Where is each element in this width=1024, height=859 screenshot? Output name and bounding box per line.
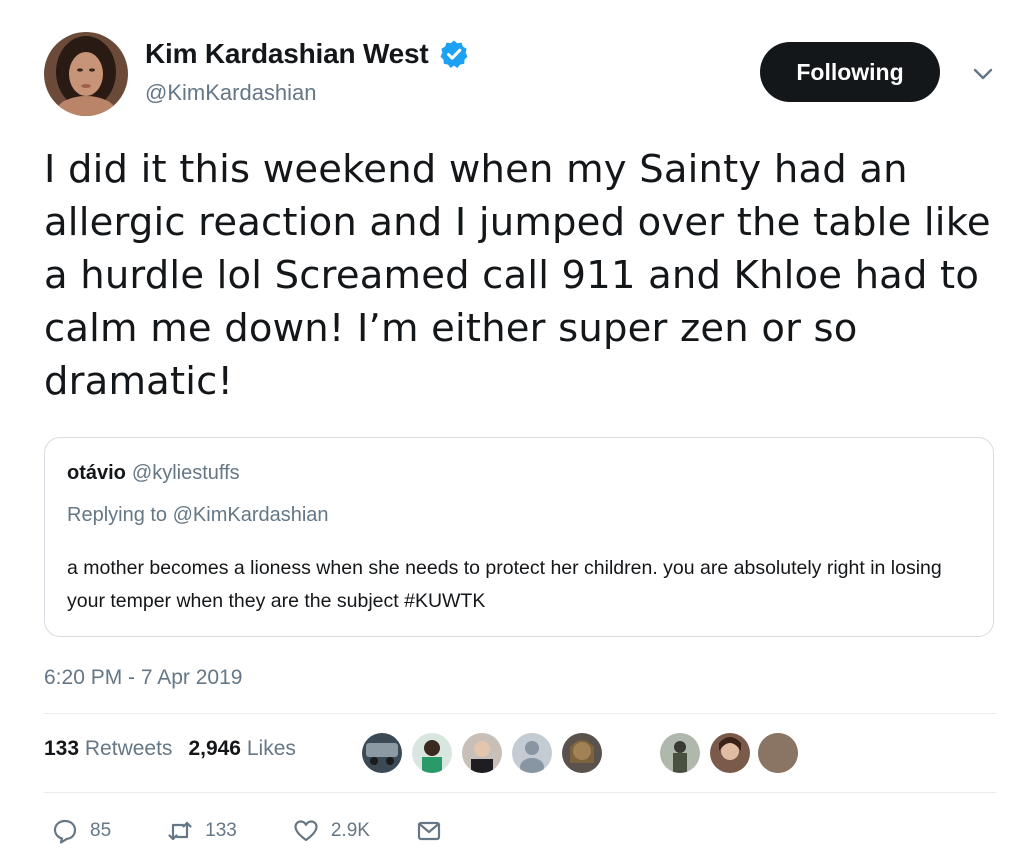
tweet-text: I did it this weekend when my Sainty had…	[44, 147, 991, 404]
verified-badge-icon	[439, 39, 469, 69]
liker-avatar[interactable]	[462, 733, 502, 773]
like-count: 2.9K	[330, 820, 370, 841]
retweets-count: 133	[44, 737, 80, 760]
liker-avatar[interactable]	[412, 733, 452, 773]
retweet-icon	[168, 821, 192, 841]
heart-icon	[294, 820, 318, 842]
author-name-row: Kim Kardashian West	[145, 38, 469, 70]
liker-avatar[interactable]	[562, 733, 602, 773]
author-display-name[interactable]: Kim Kardashian West	[145, 38, 429, 70]
retweet-action[interactable]: 133	[167, 818, 237, 844]
retweets-label: Retweets	[84, 737, 173, 760]
tweet-actions: 85 133 2.9K	[52, 818, 442, 844]
liker-avatar[interactable]	[758, 733, 798, 773]
retweet-count: 133	[205, 820, 237, 841]
like-action[interactable]: 2.9K	[293, 818, 370, 844]
replying-to-label: Replying to @KimKardashian	[67, 504, 329, 526]
liker-avatar[interactable]	[362, 733, 402, 773]
quoted-tweet[interactable]: otávio @kyliestuffs Replying to @KimKard…	[44, 437, 994, 637]
likes-stat[interactable]: 2,946 Likes	[188, 737, 295, 761]
divider	[44, 792, 996, 793]
liker-avatar[interactable]	[512, 733, 552, 773]
author-handle[interactable]: @KimKardashian	[145, 80, 317, 106]
liker-avatar[interactable]	[660, 733, 700, 773]
chevron-down-icon[interactable]	[972, 66, 994, 82]
retweets-stat[interactable]: 133 Retweets	[44, 737, 172, 761]
tweet-card: Kim Kardashian West @KimKardashian Follo…	[0, 0, 1024, 859]
tweet-timestamp[interactable]: 6:20 PM - 7 Apr 2019	[44, 666, 242, 690]
quoted-author-handle: @kyliestuffs	[131, 462, 240, 484]
likes-label: Likes	[246, 737, 296, 760]
quoted-tweet-header: otávio @kyliestuffs	[67, 462, 240, 485]
quoted-tweet-text: a mother becomes a lioness when she need…	[67, 557, 942, 612]
following-button[interactable]: Following	[760, 42, 940, 102]
divider	[44, 713, 996, 714]
reply-count: 85	[90, 820, 112, 841]
reply-icon	[53, 819, 77, 844]
envelope-icon	[417, 821, 441, 841]
liker-avatar[interactable]	[710, 733, 750, 773]
direct-message-action[interactable]	[416, 818, 442, 844]
quoted-author-name: otávio	[67, 462, 126, 484]
likes-count: 2,946	[188, 737, 241, 760]
author-avatar[interactable]	[44, 32, 128, 116]
engagement-stats: 133 Retweets 2,946 Likes	[44, 737, 296, 761]
reply-action[interactable]: 85	[52, 818, 111, 844]
